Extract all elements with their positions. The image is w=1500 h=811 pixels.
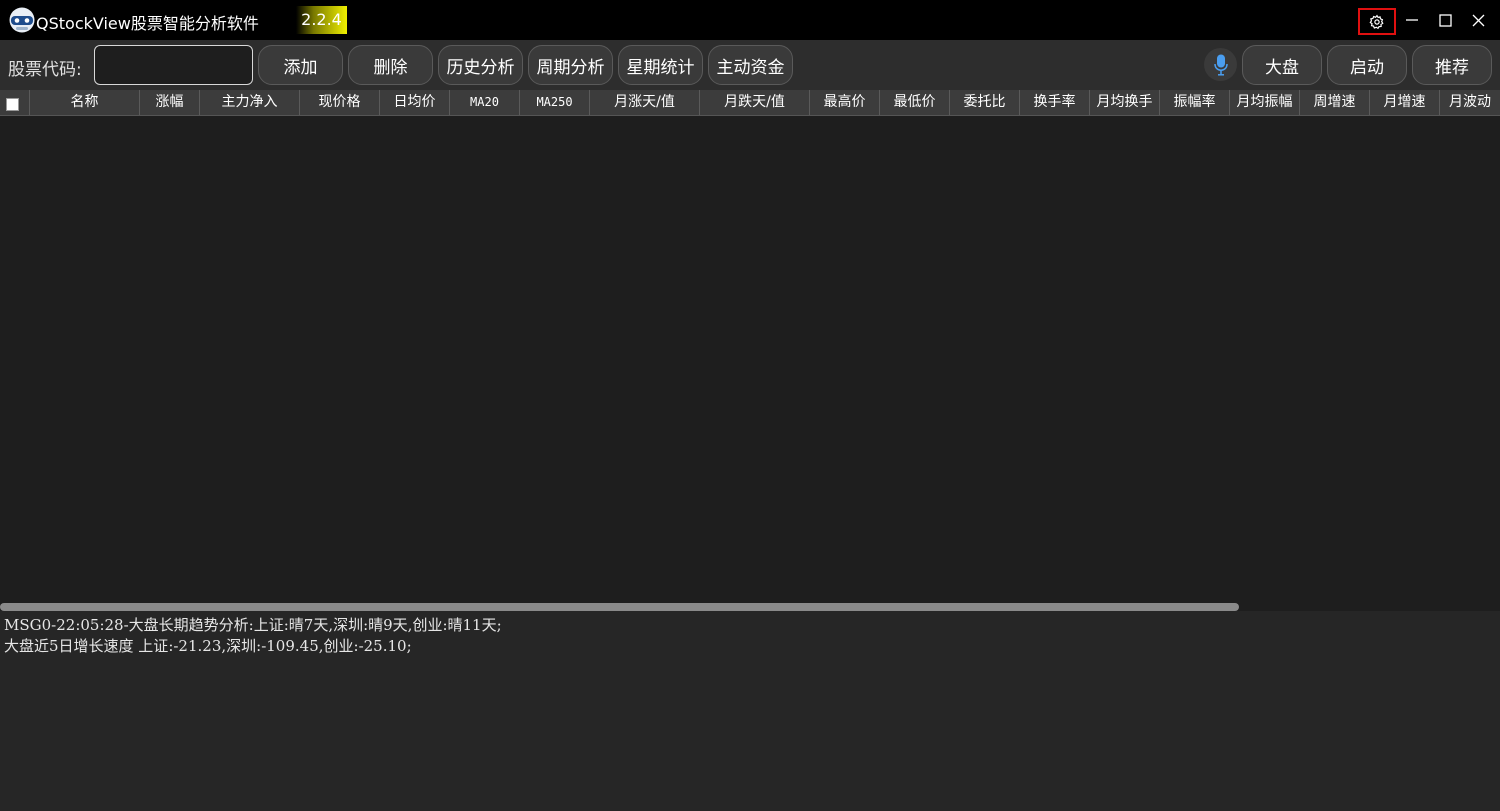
column-header[interactable]: 月增速: [1370, 90, 1440, 115]
horizontal-scrollbar[interactable]: [0, 603, 1500, 611]
active-funds-button[interactable]: 主动资金: [708, 45, 793, 85]
column-header[interactable]: 月涨天/值: [590, 90, 700, 115]
toolbar: 股票代码: 添加 删除 历史分析 周期分析 星期统计 主动资金 大盘 启动 推荐: [0, 40, 1500, 90]
minimize-icon: [1406, 19, 1418, 21]
start-button[interactable]: 启动: [1327, 45, 1407, 85]
maximize-button[interactable]: [1428, 0, 1462, 40]
app-title: QStockView股票智能分析软件: [36, 14, 259, 33]
column-header[interactable]: 委托比: [950, 90, 1020, 115]
column-header[interactable]: 振幅率: [1160, 90, 1230, 115]
column-header[interactable]: 名称: [30, 90, 140, 115]
log-line: 大盘近5日增长速度 上证:-21.23,深圳:-109.45,创业:-25.10…: [4, 637, 412, 655]
voice-input-button[interactable]: [1204, 48, 1237, 81]
table-header: 名称 涨幅 主力净入 现价格 日均价 MA20 MA250 月涨天/值 月跌天/…: [0, 90, 1500, 116]
column-header[interactable]: 最低价: [880, 90, 950, 115]
close-icon: [1472, 14, 1484, 26]
select-all-cell: [0, 90, 30, 115]
column-header[interactable]: 月波动: [1440, 90, 1500, 115]
column-header[interactable]: 换手率: [1020, 90, 1090, 115]
gear-icon: [1369, 14, 1384, 29]
select-all-checkbox[interactable]: [6, 98, 19, 111]
market-button[interactable]: 大盘: [1242, 45, 1322, 85]
log-line: MSG0-22:05:28-大盘长期趋势分析:上证:晴7天,深圳:晴9天,创业:…: [4, 616, 502, 634]
version-badge: 2.2.4: [296, 6, 347, 34]
title-bar: QStockView股票智能分析软件 2.2.4: [0, 0, 1500, 40]
delete-button[interactable]: 删除: [348, 45, 433, 85]
column-header[interactable]: 月均振幅: [1230, 90, 1300, 115]
column-header[interactable]: 周增速: [1300, 90, 1370, 115]
weekday-stats-button[interactable]: 星期统计: [618, 45, 703, 85]
robot-logo-icon: [9, 7, 35, 33]
column-header[interactable]: MA20: [450, 90, 520, 115]
stock-code-input[interactable]: [94, 45, 253, 85]
history-analysis-button[interactable]: 历史分析: [438, 45, 523, 85]
minimize-button[interactable]: [1395, 0, 1429, 40]
column-header[interactable]: MA250: [520, 90, 590, 115]
column-header[interactable]: 最高价: [810, 90, 880, 115]
recommend-button[interactable]: 推荐: [1412, 45, 1492, 85]
stock-code-label: 股票代码:: [8, 60, 82, 80]
settings-button[interactable]: [1358, 8, 1396, 35]
cycle-analysis-button[interactable]: 周期分析: [528, 45, 613, 85]
column-header[interactable]: 现价格: [300, 90, 380, 115]
stock-table-body[interactable]: [0, 116, 1500, 603]
column-header[interactable]: 月跌天/值: [700, 90, 810, 115]
column-header[interactable]: 月均换手: [1090, 90, 1160, 115]
add-button[interactable]: 添加: [258, 45, 343, 85]
scrollbar-thumb[interactable]: [0, 603, 1239, 611]
column-header[interactable]: 主力净入: [200, 90, 300, 115]
column-header[interactable]: 日均价: [380, 90, 450, 115]
maximize-icon: [1438, 13, 1452, 27]
message-log-panel: MSG0-22:05:28-大盘长期趋势分析:上证:晴7天,深圳:晴9天,创业:…: [0, 611, 1500, 811]
microphone-icon: [1213, 54, 1228, 76]
close-button[interactable]: [1461, 0, 1495, 40]
column-header[interactable]: 涨幅: [140, 90, 200, 115]
